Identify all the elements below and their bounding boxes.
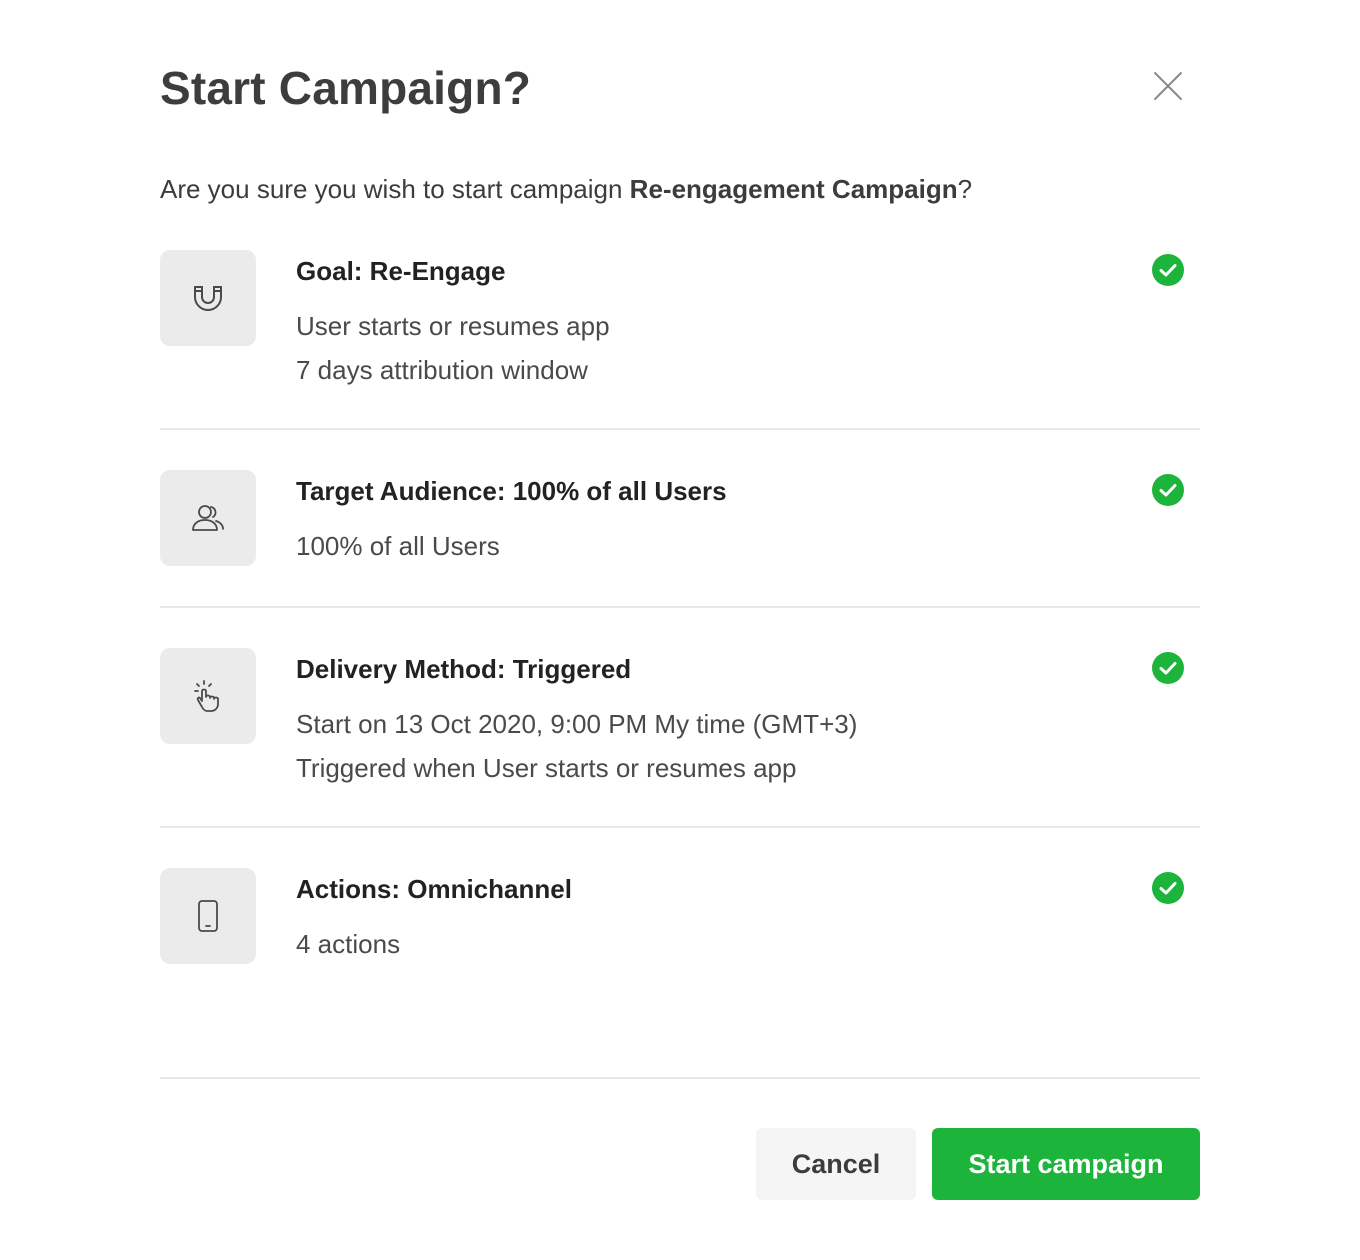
magnet-icon [194, 286, 222, 311]
summary-item-target-audience: Target Audience: 100% of all Users 100% … [160, 430, 1200, 608]
actions-title: Actions: Omnichannel [296, 874, 572, 904]
prompt-text: Are you sure you wish to start campaign [160, 174, 630, 204]
check-circle-icon [1152, 652, 1184, 684]
audience-title: Target Audience: 100% of all Users [296, 476, 727, 506]
footer-divider [160, 1077, 1200, 1079]
check-circle-icon [1152, 872, 1184, 904]
check-circle-icon [1152, 474, 1184, 506]
cancel-button[interactable]: Cancel [756, 1128, 916, 1200]
campaign-name: Re-engagement Campaign [629, 174, 958, 204]
goal-details: Goal: Re-Engage User starts or resumes a… [296, 250, 1200, 392]
goal-icon-box [160, 250, 256, 346]
audience-description: 100% of all Users [296, 531, 500, 561]
summary-item-delivery-method: Delivery Method: Triggered Start on 13 O… [160, 608, 1200, 828]
delivery-start-time: Start on 13 Oct 2020, 9:00 PM My time (G… [296, 709, 858, 739]
summary-item-actions: Actions: Omnichannel 4 actions [160, 828, 1200, 968]
delivery-title: Delivery Method: Triggered [296, 654, 632, 684]
audience-details: Target Audience: 100% of all Users 100% … [296, 470, 1200, 568]
phone-icon [198, 900, 218, 932]
audience-icon-box [160, 470, 256, 566]
actions-details: Actions: Omnichannel 4 actions [296, 868, 1200, 966]
campaign-summary-list: Goal: Re-Engage User starts or resumes a… [160, 250, 1200, 968]
confirmation-prompt: Are you sure you wish to start campaign … [160, 172, 972, 206]
prompt-suffix: ? [957, 174, 973, 204]
delivery-details: Delivery Method: Triggered Start on 13 O… [296, 648, 1200, 790]
close-icon [1154, 72, 1182, 100]
delivery-trigger: Triggered when User starts or resumes ap… [296, 753, 797, 783]
goal-attribution-window: 7 days attribution window [296, 355, 588, 385]
summary-item-goal: Goal: Re-Engage User starts or resumes a… [160, 250, 1200, 430]
actions-icon-box [160, 868, 256, 964]
dialog-title: Start Campaign? [160, 62, 532, 114]
close-button[interactable] [1148, 66, 1188, 106]
check-circle-icon [1152, 254, 1184, 286]
goal-title: Goal: Re-Engage [296, 256, 506, 286]
users-icon [192, 505, 224, 531]
delivery-icon-box [160, 648, 256, 744]
start-campaign-dialog: Start Campaign? Are you sure you wish to… [0, 0, 1360, 1260]
actions-count: 4 actions [296, 929, 401, 959]
start-campaign-button[interactable]: Start campaign [932, 1128, 1200, 1200]
tap-icon [194, 680, 219, 712]
goal-trigger: User starts or resumes app [296, 311, 610, 341]
